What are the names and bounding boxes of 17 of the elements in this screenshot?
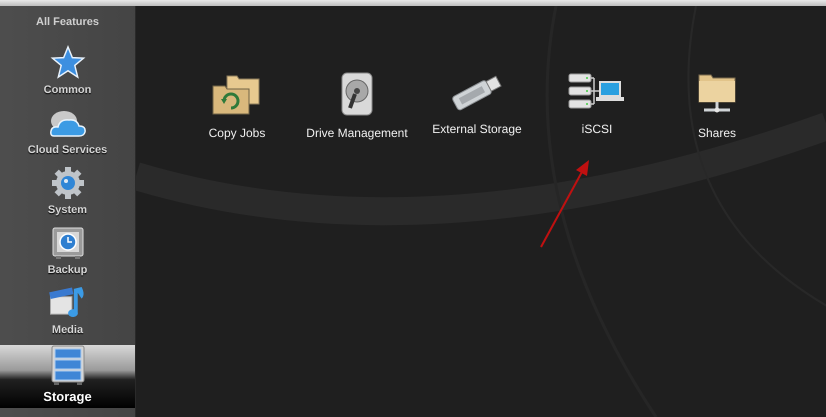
feature-tile[interactable]: iSCSI — [537, 72, 657, 140]
sidebar-item[interactable]: System — [0, 165, 135, 225]
feature-tile[interactable]: Shares — [657, 72, 777, 140]
sidebar-title: All Features — [36, 16, 99, 28]
sidebar-item[interactable]: Backup — [0, 225, 135, 285]
server-rack-icon — [48, 345, 86, 385]
hard-drive-icon — [341, 72, 373, 116]
safe-icon — [50, 226, 84, 260]
sidebar-item[interactable]: Common — [0, 45, 135, 105]
sidebar-item[interactable]: Storage — [0, 345, 135, 408]
star-icon — [50, 45, 86, 80]
sidebar-item[interactable]: Media — [0, 285, 135, 345]
sidebar-item[interactable]: Cloud Services — [0, 105, 135, 165]
feature-tile[interactable]: Drive Management — [297, 72, 417, 140]
feature-tile[interactable]: Copy Jobs — [177, 72, 297, 140]
feature-tile[interactable]: External Storage — [417, 72, 537, 140]
gear-icon — [50, 166, 84, 200]
